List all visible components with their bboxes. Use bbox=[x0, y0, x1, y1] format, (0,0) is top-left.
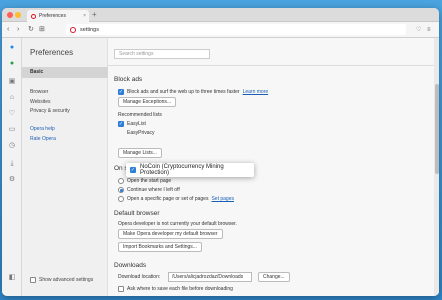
scrollbar[interactable] bbox=[434, 38, 439, 296]
import-bookmarks-button[interactable]: Import Bookmarks and Settings... bbox=[118, 242, 202, 252]
minimize-window-icon[interactable] bbox=[15, 12, 21, 18]
easylist-label: EasyList bbox=[127, 121, 146, 127]
tab-title: Preferences bbox=[39, 13, 66, 19]
heart-icon[interactable]: ♡ bbox=[8, 110, 16, 118]
list-item: ✓ EasyList bbox=[118, 121, 146, 127]
manage-exceptions-button[interactable]: Manage Exceptions... bbox=[118, 97, 177, 107]
nav-item-privacy-security[interactable]: Privacy & security bbox=[30, 108, 70, 114]
startup-option-label: Continue where I left off bbox=[127, 187, 180, 193]
startup-option[interactable]: Continue where I left off bbox=[118, 187, 180, 193]
easylist-checkbox[interactable]: ✓ bbox=[118, 121, 124, 127]
sidebar: ● ● ▣ ⌂ ♡ ▭ ◷ ⤓ ⚙ ◧ bbox=[2, 38, 22, 296]
startup-option-label: Open a specific page or set of pages bbox=[127, 196, 209, 202]
browser-window: Preferences × + ‹ › ↻ ⊞ settings ♡ ≡ ● ●… bbox=[2, 8, 439, 296]
list-item: EasyPrivacy bbox=[118, 130, 155, 136]
ask-save-checkbox[interactable] bbox=[118, 286, 124, 292]
tab-close-icon[interactable]: × bbox=[83, 13, 86, 19]
easyprivacy-label: EasyPrivacy bbox=[127, 130, 155, 136]
startup-option[interactable]: Open a specific page or set of pages Set… bbox=[118, 196, 234, 202]
sidebar-toggle-icon[interactable]: ◧ bbox=[8, 274, 16, 282]
startup-option[interactable]: Open the start page bbox=[118, 178, 171, 184]
heart-icon[interactable]: ♡ bbox=[416, 25, 421, 35]
make-default-button[interactable]: Make Opera developer my default browser bbox=[118, 229, 223, 239]
block-ads-row: ✓ Block ads and surf the web up to three… bbox=[118, 89, 268, 95]
nav-item-basic[interactable]: Basic bbox=[22, 67, 108, 78]
ask-save-label: Ask where to save each file before downl… bbox=[127, 286, 233, 292]
reload-button[interactable]: ↻ bbox=[28, 24, 34, 35]
forward-button[interactable]: › bbox=[17, 24, 19, 35]
messenger-icon[interactable]: ● bbox=[8, 44, 16, 52]
divider bbox=[108, 65, 439, 66]
startup-radio[interactable] bbox=[118, 187, 124, 193]
settings-nav: Preferences Basic Browser Websites Priva… bbox=[22, 38, 108, 296]
downloads-title: Downloads bbox=[114, 262, 147, 269]
download-location-label: Download location: bbox=[118, 274, 161, 280]
tab-overview-button[interactable]: ⊞ bbox=[39, 24, 45, 35]
ask-save-row: Ask where to save each file before downl… bbox=[118, 286, 233, 292]
block-ads-title: Block ads bbox=[114, 76, 143, 83]
change-location-button[interactable]: Change... bbox=[258, 272, 290, 282]
startup-option-label: Open the start page bbox=[127, 178, 172, 184]
menu-icon[interactable]: ≡ bbox=[427, 25, 431, 35]
block-ads-label: Block ads and surf the web up to three t… bbox=[127, 89, 240, 95]
default-browser-title: Default browser bbox=[114, 210, 160, 217]
new-tab-button[interactable]: + bbox=[92, 10, 97, 20]
show-advanced-label: Show advanced settings bbox=[39, 277, 94, 283]
startup-radio[interactable] bbox=[118, 178, 124, 184]
address-bar[interactable]: settings bbox=[66, 24, 406, 35]
tab-preferences[interactable]: Preferences × bbox=[27, 10, 89, 22]
back-button[interactable]: ‹ bbox=[7, 24, 9, 35]
address-toolbar: ‹ › ↻ ⊞ settings ♡ ≡ bbox=[2, 22, 439, 38]
rate-opera-link[interactable]: Rate Opera bbox=[30, 136, 56, 142]
show-advanced-checkbox[interactable] bbox=[30, 277, 36, 283]
whatsapp-icon[interactable]: ● bbox=[8, 60, 16, 68]
scrollbar-thumb[interactable] bbox=[434, 84, 439, 174]
clock-icon[interactable]: ◷ bbox=[8, 142, 16, 150]
opera-logo-icon bbox=[70, 26, 76, 33]
search-input[interactable]: Search settings bbox=[114, 49, 210, 59]
page-title: Preferences bbox=[30, 48, 74, 57]
address-text: settings bbox=[80, 26, 99, 33]
opera-help-link[interactable]: Opera help bbox=[30, 126, 55, 132]
recommended-lists-label: Recommended lists bbox=[118, 112, 162, 118]
settings-icon[interactable]: ⚙ bbox=[8, 176, 16, 184]
set-pages-link[interactable]: Set pages bbox=[211, 196, 234, 202]
show-advanced-settings[interactable]: Show advanced settings bbox=[30, 277, 93, 283]
apps-icon[interactable]: ▣ bbox=[8, 78, 16, 86]
download-location-field[interactable]: /Users/alicjadrozdaz/Downloads bbox=[168, 272, 252, 282]
nav-item-browser[interactable]: Browser bbox=[30, 89, 48, 95]
nocoin-label: NoCoin (Cryptocurrency Mining Protection… bbox=[140, 164, 224, 176]
nocoin-callout[interactable]: ✓ NoCoin (Cryptocurrency Mining Protecti… bbox=[126, 163, 254, 177]
block-ads-checkbox[interactable]: ✓ bbox=[118, 89, 124, 95]
startup-radio[interactable] bbox=[118, 196, 124, 202]
downloads-icon[interactable]: ⤓ bbox=[8, 160, 16, 168]
nocoin-checkbox[interactable]: ✓ bbox=[130, 167, 136, 173]
default-browser-status: Opera developer is not currently your de… bbox=[118, 221, 237, 227]
opera-favicon-icon bbox=[31, 13, 36, 19]
close-window-icon[interactable] bbox=[7, 12, 13, 18]
settings-page: Preferences Basic Browser Websites Priva… bbox=[22, 38, 439, 296]
learn-more-link[interactable]: Learn more bbox=[243, 89, 269, 95]
manage-lists-button[interactable]: Manage Lists... bbox=[118, 148, 162, 158]
bookmarks-icon[interactable]: ⌂ bbox=[8, 94, 16, 102]
history-icon[interactable]: ▭ bbox=[8, 126, 16, 134]
tab-bar: Preferences × + bbox=[2, 8, 439, 22]
nav-item-websites[interactable]: Websites bbox=[30, 99, 50, 105]
